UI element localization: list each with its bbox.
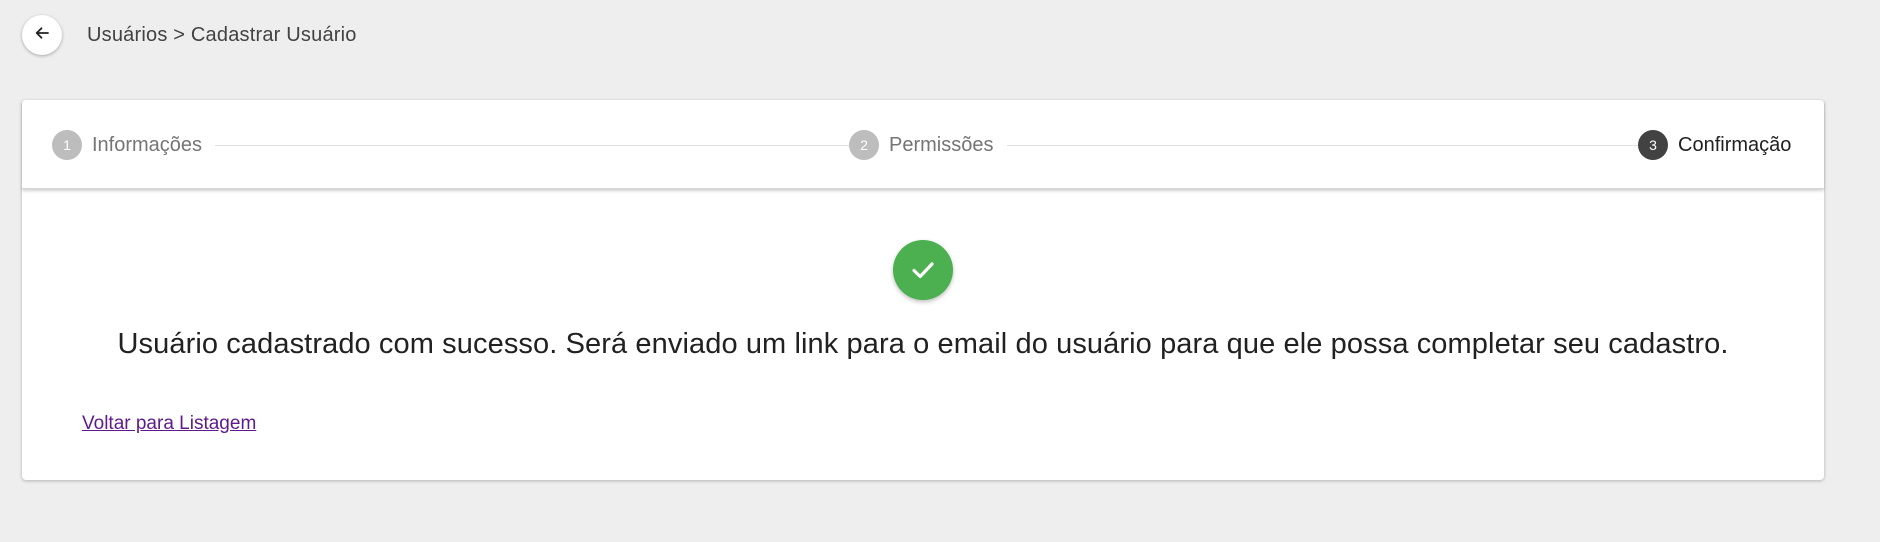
- step-connector: [215, 145, 862, 146]
- step-number: 3: [1638, 130, 1668, 160]
- success-message: Usuário cadastrado com sucesso. Será env…: [117, 328, 1729, 360]
- back-to-list-link[interactable]: Voltar para Listagem: [82, 413, 256, 435]
- top-bar: Usuários > Cadastrar Usuário: [22, 14, 357, 56]
- confirmation-card: 1 Informações 2 Permissões 3 Confirmação…: [22, 100, 1824, 480]
- stepper: 1 Informações 2 Permissões 3 Confirmação: [22, 100, 1824, 189]
- step-informacoes[interactable]: 1 Informações: [52, 130, 202, 160]
- success-check-icon: [893, 240, 953, 300]
- breadcrumb: Usuários > Cadastrar Usuário: [87, 23, 357, 46]
- back-button[interactable]: [22, 15, 62, 55]
- step-connector: [1007, 145, 1647, 146]
- arrow-left-icon: [34, 25, 50, 46]
- step-label: Permissões: [889, 133, 994, 156]
- step-label: Informações: [92, 133, 203, 156]
- step-number: 1: [52, 130, 82, 160]
- step-label: Confirmação: [1678, 133, 1792, 156]
- step-permissoes[interactable]: 2 Permissões: [849, 130, 993, 160]
- step-number: 2: [849, 130, 879, 160]
- step-confirmacao[interactable]: 3 Confirmação: [1638, 130, 1791, 160]
